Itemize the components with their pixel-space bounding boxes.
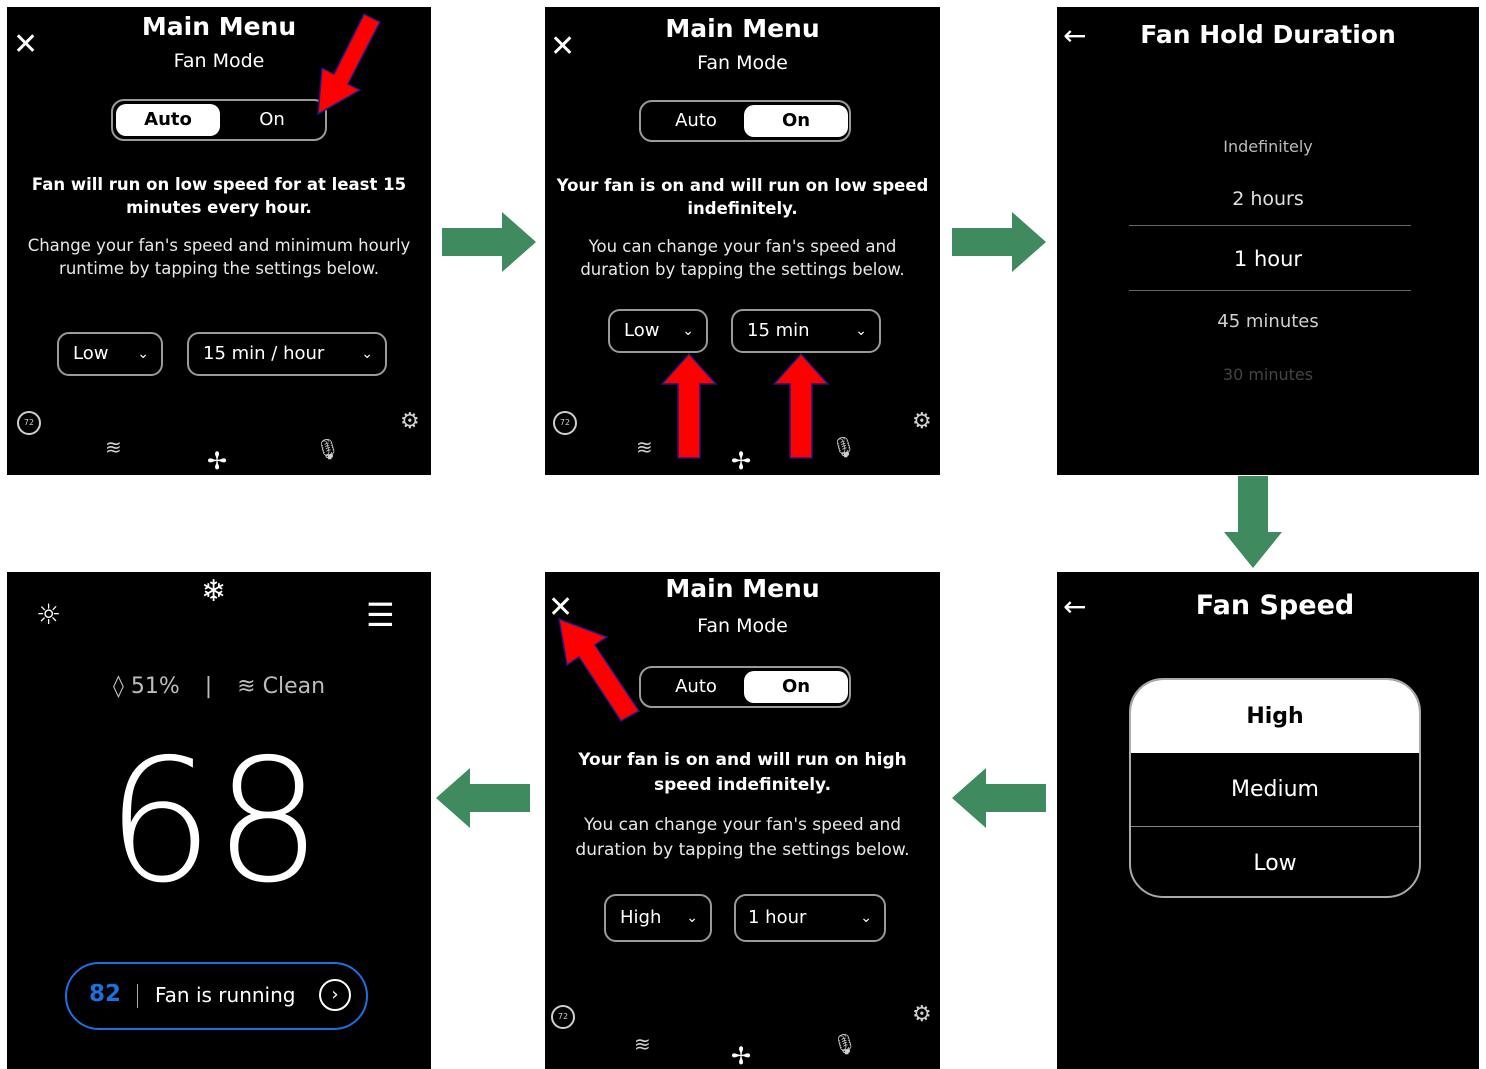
fan-status-message: Your fan is on and will run on high spee… [578, 750, 907, 795]
settings-gear-icon[interactable]: ⚙ [400, 409, 420, 434]
flow-arrow-down [1224, 476, 1282, 568]
menu-icon[interactable]: ☰ [366, 596, 395, 634]
toggle-auto-option[interactable]: Auto [116, 104, 220, 136]
air-wind-icon[interactable]: ≋ [634, 1032, 651, 1056]
settings-gear-icon[interactable]: ⚙ [912, 1002, 932, 1027]
fan-help-text: You can change your fan's speed and dura… [580, 237, 905, 279]
fan-help-text: You can change your fan's speed and dura… [575, 815, 910, 860]
toggle-on-option[interactable]: On [744, 671, 848, 703]
speed-option[interactable]: Low [1131, 827, 1419, 896]
fan-speed-dropdown[interactable]: Low ⌄ [57, 332, 163, 376]
pill-divider [137, 984, 138, 1008]
fan-mode-toggle[interactable]: Auto On [639, 100, 851, 142]
selection-divider [1129, 290, 1411, 291]
duration-option[interactable]: 30 minutes [1057, 365, 1479, 384]
humidity-icon: ◊ [112, 674, 124, 699]
microphone-icon[interactable]: 🎙 [315, 437, 340, 461]
duration-option[interactable]: 45 minutes [1057, 311, 1479, 332]
fan-speed-value: Low [73, 343, 109, 364]
fan-duration-dropdown[interactable]: 15 min / hour ⌄ [187, 332, 387, 376]
flow-arrow-left-2 [436, 768, 530, 828]
highlight-arrow-on-toggle [317, 12, 382, 116]
duration-option-selected[interactable]: 1 hour [1057, 247, 1479, 271]
humidity-value: 51% [130, 674, 180, 699]
fan-status-message: Fan will run on low speed for at least 1… [31, 175, 407, 217]
flow-arrow-left-1 [952, 768, 1046, 828]
toggle-auto-option[interactable]: Auto [644, 671, 748, 703]
toggle-auto-option[interactable]: Auto [644, 105, 748, 137]
screen-fan-hold-duration: ← Fan Hold Duration Indefinitely 2 hours… [1057, 7, 1479, 475]
page-title: Main Menu [665, 574, 820, 603]
page-title: Main Menu [665, 14, 820, 43]
temperature-badge-icon[interactable]: 72 [17, 411, 41, 435]
highlight-arrow-speed-dropdown [660, 352, 718, 459]
screen-home: ☼ ❄ ☰ ◊ 51% | ≋ Clean 68 82 Fan is runni… [7, 572, 431, 1069]
temperature-badge-icon[interactable]: 72 [553, 411, 577, 435]
selection-divider [1129, 225, 1411, 226]
page-subtitle: Fan Mode [697, 52, 788, 74]
air-wind-icon[interactable]: ≋ [105, 435, 122, 459]
current-temperature: 68 [105, 723, 323, 921]
highlight-arrow-duration-dropdown [772, 352, 830, 459]
fan-icon[interactable]: ✢ [731, 447, 751, 475]
fan-mode-toggle[interactable]: Auto On [639, 666, 851, 708]
duration-option[interactable]: Indefinitely [1057, 137, 1479, 156]
microphone-icon[interactable]: 🎙 [832, 1032, 857, 1056]
chevron-down-icon: ⌄ [855, 323, 867, 339]
fan-duration-value: 1 hour [748, 907, 807, 928]
fan-mode-toggle[interactable]: Auto On [111, 99, 327, 141]
flow-arrow-right-2 [952, 212, 1046, 272]
screen-fan-mode-on-low: ✕ Main Menu Fan Mode Auto On Your fan is… [545, 7, 940, 475]
chevron-down-icon: ⌄ [682, 323, 694, 339]
microphone-icon[interactable]: 🎙 [831, 435, 856, 459]
speed-option[interactable]: Medium [1131, 753, 1419, 826]
temperature-badge-icon[interactable]: 72 [551, 1005, 575, 1029]
duration-option[interactable]: 2 hours [1057, 188, 1479, 210]
fan-speed-value: Low [624, 320, 660, 341]
settings-gear-icon[interactable]: ⚙ [912, 409, 932, 434]
fan-status-text: Fan is running [155, 983, 296, 1007]
sun-icon[interactable]: ☼ [36, 598, 61, 631]
fan-help-text: Change your fan's speed and minimum hour… [27, 236, 411, 278]
setpoint-value: 82 [89, 981, 122, 1007]
fan-speed-dropdown[interactable]: High ⌄ [604, 894, 712, 942]
fan-icon[interactable]: ✢ [207, 447, 227, 475]
snowflake-icon[interactable]: ❄ [201, 574, 226, 609]
fan-speed-value: High [620, 907, 662, 928]
fan-duration-dropdown[interactable]: 15 min ⌄ [731, 309, 881, 353]
page-title: Fan Hold Duration [1140, 20, 1396, 49]
air-wind-icon[interactable]: ≋ [636, 435, 653, 459]
toggle-on-option[interactable]: On [744, 105, 848, 137]
chevron-down-icon: ⌄ [361, 346, 373, 362]
chevron-down-icon: ⌄ [686, 910, 698, 926]
fan-running-pill[interactable]: 82 Fan is running › [65, 962, 368, 1030]
air-quality-value: Clean [262, 674, 326, 699]
screen-fan-speed: ← Fan Speed High Medium Low [1057, 572, 1479, 1069]
chevron-down-icon: ⌄ [860, 910, 872, 926]
fan-duration-value: 15 min [747, 320, 810, 341]
speed-option-selected[interactable]: High [1131, 680, 1419, 753]
status-separator: | [204, 674, 213, 699]
chevron-right-icon: › [319, 979, 351, 1011]
fan-icon[interactable]: ✢ [731, 1042, 751, 1069]
home-status-row: ◊ 51% | ≋ Clean [7, 674, 431, 699]
chevron-down-icon: ⌄ [137, 346, 149, 362]
highlight-arrow-close [558, 617, 641, 722]
fan-status-message: Your fan is on and will run on low speed… [556, 176, 929, 218]
air-quality-icon: ≋ [237, 674, 256, 699]
fan-duration-value: 15 min / hour [203, 343, 325, 364]
fan-duration-dropdown[interactable]: 1 hour ⌄ [734, 894, 886, 942]
flow-arrow-right-1 [442, 212, 536, 272]
page-title: Fan Speed [1195, 590, 1355, 621]
fan-speed-options: High Medium Low [1129, 678, 1421, 898]
fan-speed-dropdown[interactable]: Low ⌄ [608, 309, 708, 353]
